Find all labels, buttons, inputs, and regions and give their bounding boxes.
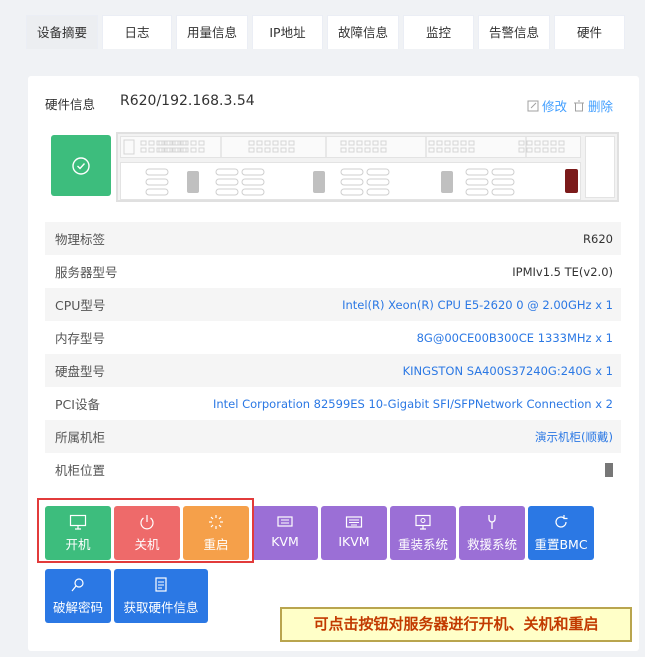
delete-button[interactable]: 删除 [573, 96, 613, 115]
row-key: 机柜位置 [55, 463, 106, 478]
ikvm-label: IKVM [338, 534, 370, 549]
table-row: 物理标签 R620 [45, 222, 621, 255]
disk-link[interactable]: KINGSTON SA400S37240G:240G x 1 [185, 354, 621, 387]
edit-label: 修改 [541, 99, 567, 114]
trash-icon [573, 100, 584, 111]
row-key: CPU型号 [45, 288, 185, 321]
table-row: CPU型号 Intel(R) Xeon(R) CPU E5-2620 0 @ 2.… [45, 288, 621, 321]
table-row: 内存型号 8G@00CE00B300CE 1333MHz x 1 [45, 321, 621, 354]
table-row: 硬盘型号 KINGSTON SA400S37240G:240G x 1 [45, 354, 621, 387]
hardware-title: R620/192.168.3.54 [120, 93, 255, 109]
kvm-label: KVM [271, 534, 299, 549]
device-summary-card: 硬件信息 R620/192.168.3.54 修改 删除 物理标签 R620 服… [28, 76, 639, 651]
table-row: PCI设备 Intel Corporation 82599ES 10-Gigabi… [45, 387, 621, 420]
drive-bays-top [120, 136, 581, 158]
memory-link[interactable]: 8G@00CE00B300CE 1333MHz x 1 [185, 321, 621, 354]
install-icon [415, 514, 431, 530]
crack-password-label: 破解密码 [52, 600, 103, 615]
rescue-system-label: 救援系统 [466, 537, 517, 552]
reinstall-system-button[interactable]: 重装系统 [390, 506, 456, 560]
alert-led [565, 169, 578, 193]
tab-logs[interactable]: 日志 [102, 15, 172, 49]
cabinet-position-icon[interactable] [605, 462, 613, 477]
row-key: 硬盘型号 [45, 354, 185, 387]
get-hardware-info-label: 获取硬件信息 [123, 600, 199, 615]
reinstall-system-label: 重装系统 [397, 537, 448, 552]
server-status [51, 135, 111, 196]
tip-annotation: 可点击按钮对服务器进行开机、关机和重启 [280, 607, 632, 642]
table-row: 服务器型号 IPMIv1.5 TE(v2.0) [45, 255, 621, 288]
delete-label: 删除 [587, 99, 613, 114]
get-hardware-info-button[interactable]: 获取硬件信息 [114, 569, 208, 623]
row-value [185, 453, 621, 486]
server-ear [585, 136, 615, 198]
crack-password-button[interactable]: 破解密码 [45, 569, 111, 623]
server-chassis [116, 132, 619, 202]
ikvm-button[interactable]: IKVM [321, 506, 387, 560]
edit-button[interactable]: 修改 [527, 96, 567, 115]
hardware-actions: 修改 删除 [527, 96, 613, 115]
keyboard-icon [345, 516, 363, 528]
tab-alarm-info[interactable]: 告警信息 [478, 15, 550, 49]
tab-ip-address[interactable]: IP地址 [252, 15, 323, 49]
table-row: 所属机柜 演示机柜(顺戴) [45, 420, 621, 453]
hardware-info-table: 物理标签 R620 服务器型号 IPMIv1.5 TE(v2.0) CPU型号 Int… [45, 222, 621, 486]
document-icon [155, 577, 167, 592]
tab-monitoring[interactable]: 监控 [403, 15, 474, 49]
tab-hardware[interactable]: 硬件 [554, 15, 625, 49]
refresh-icon [555, 515, 568, 528]
reset-bmc-button[interactable]: 重置BMC [528, 506, 594, 560]
row-value: IPMIv1.5 TE(v2.0) [512, 264, 613, 279]
tab-fault-info[interactable]: 故障信息 [327, 15, 399, 49]
row-key: 内存型号 [55, 331, 106, 346]
edit-icon [527, 100, 539, 111]
tab-device-summary[interactable]: 设备摘要 [26, 15, 98, 49]
pci-link[interactable]: Intel Corporation 82599ES 10-Gigabit SFI… [185, 387, 621, 420]
row-key: 物理标签 [45, 222, 185, 255]
kvm-icon [277, 516, 293, 527]
drive-bays-bottom [120, 162, 581, 200]
reset-bmc-label: 重置BMC [534, 537, 588, 552]
hardware-info-label: 硬件信息 [45, 97, 96, 112]
rescue-system-button[interactable]: 救援系统 [459, 506, 525, 560]
row-value: R620 [185, 222, 621, 255]
cpu-link[interactable]: Intel(R) Xeon(R) CPU E5-2620 0 @ 2.00GHz… [185, 288, 621, 321]
row-key: 所属机柜 [45, 420, 185, 453]
key-icon [71, 578, 84, 592]
row-key: 服务器型号 [55, 265, 118, 280]
table-row: 机柜位置 [45, 453, 621, 486]
check-circle-icon [72, 156, 90, 175]
cabinet-link[interactable]: 演示机柜(顺戴) [185, 420, 621, 453]
kvm-button[interactable]: KVM [252, 506, 318, 560]
wrench-icon [488, 515, 496, 529]
tab-usage[interactable]: 用量信息 [176, 15, 248, 49]
tab-bar: 设备摘要 日志 用量信息 IP地址 故障信息 监控 告警信息 硬件 [26, 15, 625, 49]
row-key: PCI设备 [55, 397, 100, 412]
server-illustration [45, 130, 619, 206]
power-buttons-highlight [37, 498, 254, 563]
